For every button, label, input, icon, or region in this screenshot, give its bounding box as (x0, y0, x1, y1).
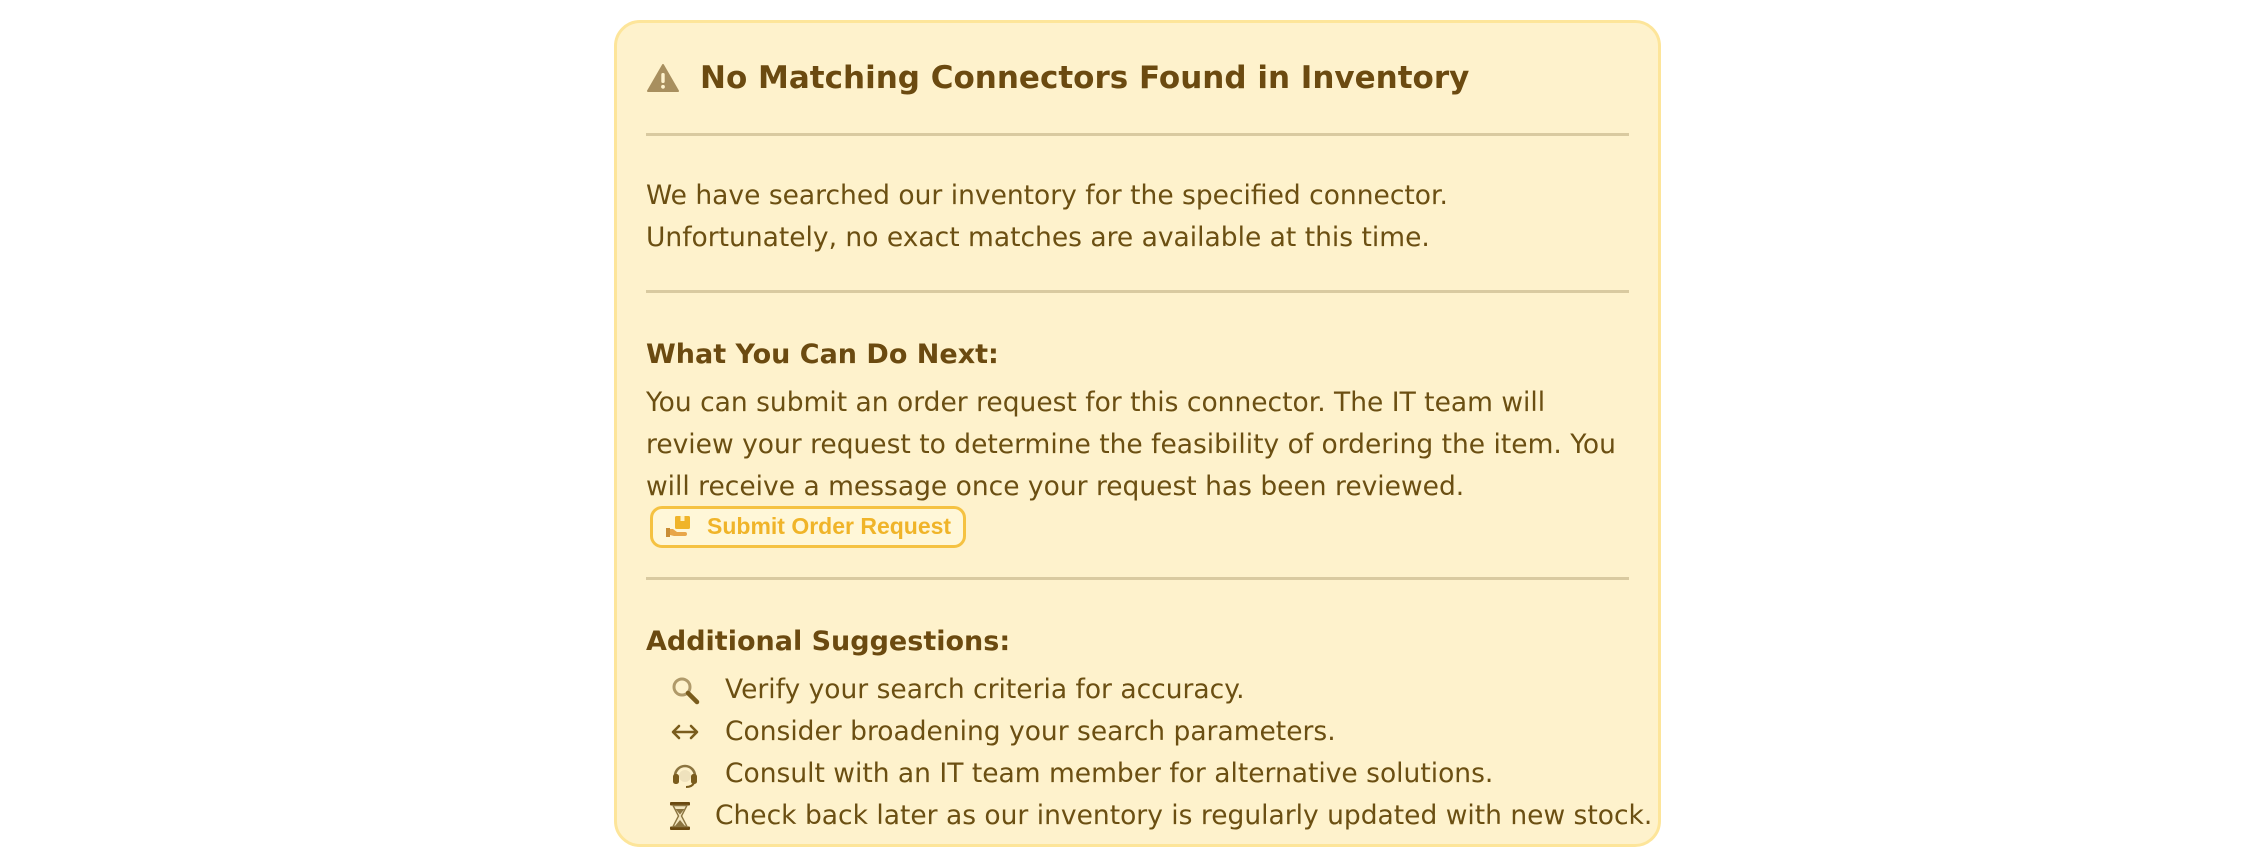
next-steps-text: You can submit an order request for this… (646, 387, 1616, 502)
submit-order-request-label: Submit Order Request (707, 513, 952, 539)
suggestion-text: Check back later as our inventory is reg… (715, 800, 1653, 831)
suggestion-text: Consider broadening your search paramete… (725, 716, 1336, 747)
submit-order-request-button[interactable]: Submit Order Request (650, 505, 967, 548)
list-item: Check back later as our inventory is reg… (646, 795, 1652, 837)
list-item: Verify your search criteria for accuracy… (646, 669, 1629, 711)
suggestions-section: Additional Suggestions: Verify your sear… (646, 580, 1652, 837)
list-item: Consult with an IT team member for alter… (646, 753, 1629, 795)
arrows-horizontal-icon (668, 717, 702, 747)
package-icon (665, 515, 693, 539)
no-results-card: No Matching Connectors Found in Inventor… (614, 20, 1661, 847)
next-steps-paragraph: You can submit an order request for this… (646, 382, 1629, 551)
next-steps-section: What You Can Do Next: You can submit an … (646, 293, 1629, 577)
alert-message: We have searched our inventory for the s… (646, 180, 1448, 253)
suggestion-text: Verify your search criteria for accuracy… (725, 674, 1245, 705)
hourglass-icon (668, 801, 692, 831)
list-item: Consider broadening your search paramete… (646, 711, 1629, 753)
next-steps-heading: What You Can Do Next: (646, 339, 999, 370)
alert-header: No Matching Connectors Found in Inventor… (646, 23, 1629, 133)
suggestions-list: Verify your search criteria for accuracy… (646, 669, 1652, 837)
alert-message-section: We have searched our inventory for the s… (646, 136, 1629, 290)
suggestions-heading: Additional Suggestions: (646, 625, 1011, 657)
headset-icon (668, 759, 702, 789)
alert-title: No Matching Connectors Found in Inventor… (700, 60, 1470, 96)
warning-icon (646, 63, 680, 93)
suggestion-text: Consult with an IT team member for alter… (725, 758, 1494, 789)
search-icon (668, 675, 702, 705)
